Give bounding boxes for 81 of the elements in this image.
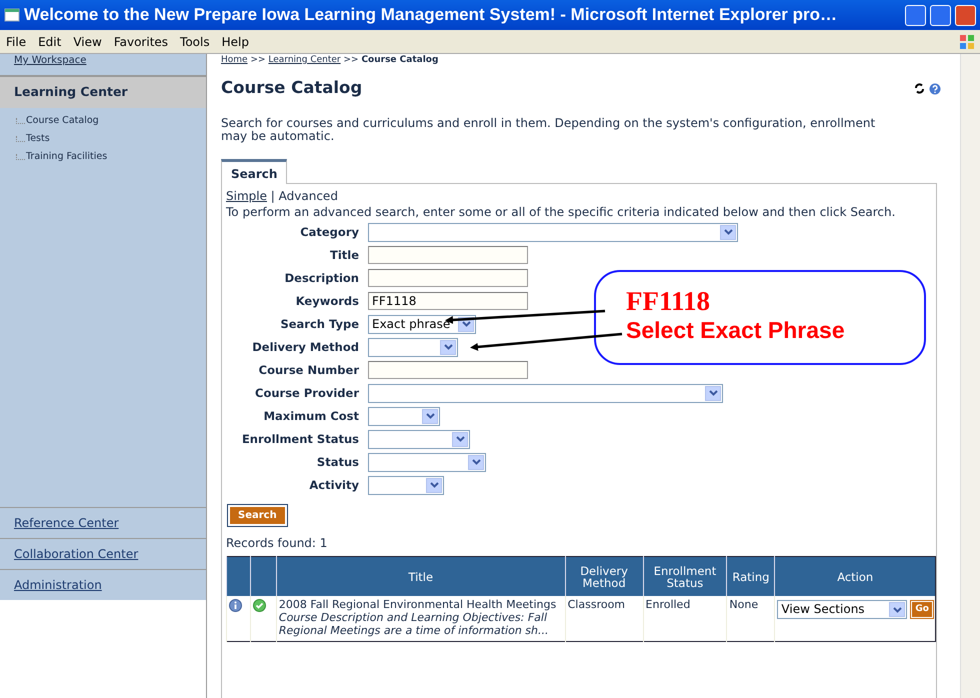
minimize-button[interactable] — [905, 4, 926, 26]
field-label: Maximum Cost — [262, 408, 360, 425]
dropdown[interactable] — [368, 452, 486, 472]
sidebar-link[interactable]: My Workspace — [14, 55, 86, 66]
column-header-link[interactable]: Title — [408, 570, 434, 582]
chevron-down-icon — [472, 459, 480, 466]
dropdown[interactable] — [368, 476, 444, 495]
field-label: Activity — [308, 476, 360, 494]
callout-text: FF1118 — [626, 286, 710, 316]
chevron-down-icon — [426, 413, 434, 420]
instructions-text: To perform an advanced search, enter some or all of the specific criteria indicated below and then click Search. — [226, 204, 896, 219]
field-label: Course Provider — [254, 384, 360, 402]
menu-item[interactable]: Edit — [32, 32, 68, 50]
chevron-down-icon — [708, 390, 718, 396]
sidebar-section-header: Learning Center — [0, 75, 206, 108]
info-icon[interactable] — [229, 598, 242, 612]
search-button[interactable]: Search — [228, 504, 287, 526]
scrollbar[interactable] — [960, 54, 980, 698]
close-button[interactable] — [955, 4, 976, 26]
records-found-text: Records found: 1 — [226, 534, 328, 552]
column-header: Action — [837, 570, 874, 584]
refresh-icon[interactable] — [914, 83, 925, 94]
dropdown[interactable] — [368, 222, 738, 242]
window-title: Welcome to the New Prepare Iowa Learning Management System! - Microsoft Internet Explorer pro… — [24, 4, 838, 26]
sidebar-item[interactable]: Course Catalog — [26, 114, 99, 128]
field-label: Keywords — [294, 292, 360, 310]
sidebar-item[interactable]: Training Facilities — [26, 150, 108, 164]
course-description: Course Description and Learning Objectives: Fall Regional Meetings are a time of information sh... — [278, 611, 550, 638]
search-mode-link[interactable]: Simple — [226, 188, 267, 203]
windows-logo-icon — [958, 32, 976, 50]
page-title: Course Catalog — [221, 77, 362, 99]
breadcrumb-separator: >> — [249, 55, 267, 65]
field-label: Description — [284, 270, 360, 287]
table-cell: None — [729, 598, 758, 612]
text-field[interactable] — [368, 246, 528, 264]
chevron-down-icon — [892, 606, 902, 613]
mode-separator: | — [270, 188, 276, 203]
dropdown[interactable] — [368, 430, 470, 449]
menu-item[interactable]: File — [0, 32, 32, 50]
maximize-button[interactable] — [930, 4, 951, 26]
search-mode-link[interactable]: Advanced — [278, 188, 338, 203]
menu-item[interactable]: Tools — [174, 32, 216, 50]
breadcrumb-link[interactable]: Home — [221, 55, 248, 65]
callout-text: Select Exact Phrase — [626, 316, 845, 344]
menu-item[interactable]: Favorites — [108, 32, 174, 50]
dropdown[interactable]: Exact phrase — [368, 314, 476, 334]
field-label: Enrollment Status — [240, 430, 360, 448]
dropdown[interactable] — [368, 338, 458, 357]
breadcrumb-separator: >> — [342, 55, 360, 65]
tab[interactable]: Search — [221, 158, 288, 184]
field-label: Status — [316, 454, 360, 471]
sidebar-item[interactable]: Tests — [26, 132, 50, 146]
field-label: Category — [299, 224, 360, 241]
course-title[interactable]: 2008 Fall Regional Environmental Health Meetings — [278, 598, 563, 612]
chevron-down-icon — [430, 482, 438, 488]
breadcrumb-current: Course Catalog — [361, 55, 438, 65]
chevron-down-icon — [462, 321, 470, 328]
go-button[interactable]: Go — [911, 601, 933, 618]
breadcrumb-link[interactable]: Learning Center — [268, 55, 341, 65]
checkmark-icon — [252, 598, 266, 612]
field-label: Title — [328, 246, 360, 264]
chevron-down-icon — [444, 344, 452, 350]
sidebar-link[interactable]: Administration — [0, 569, 206, 600]
chevron-down-icon — [724, 229, 732, 236]
field-label: Course Number — [258, 362, 360, 379]
action-dropdown[interactable]: View Sections — [777, 600, 908, 620]
field-label: Delivery Method — [251, 338, 360, 356]
text-field[interactable] — [368, 269, 528, 288]
intro-text: Search for courses and curriculums and enroll in them. Depending on the system's configuration, enrollment may be automatic. — [221, 116, 876, 143]
text-field[interactable]: FF1118 — [368, 292, 528, 310]
text-field[interactable] — [368, 361, 528, 380]
table-cell: Classroom — [568, 598, 626, 612]
table-cell: Enrolled — [646, 598, 690, 612]
chevron-down-icon — [456, 436, 464, 442]
menu-item[interactable]: Help — [216, 32, 255, 50]
browser-icon — [4, 7, 20, 23]
dropdown[interactable] — [368, 384, 723, 403]
help-icon[interactable] — [929, 83, 941, 96]
field-label: Search Type — [279, 316, 360, 333]
dropdown[interactable] — [368, 406, 440, 426]
menu-item[interactable]: View — [67, 32, 108, 50]
